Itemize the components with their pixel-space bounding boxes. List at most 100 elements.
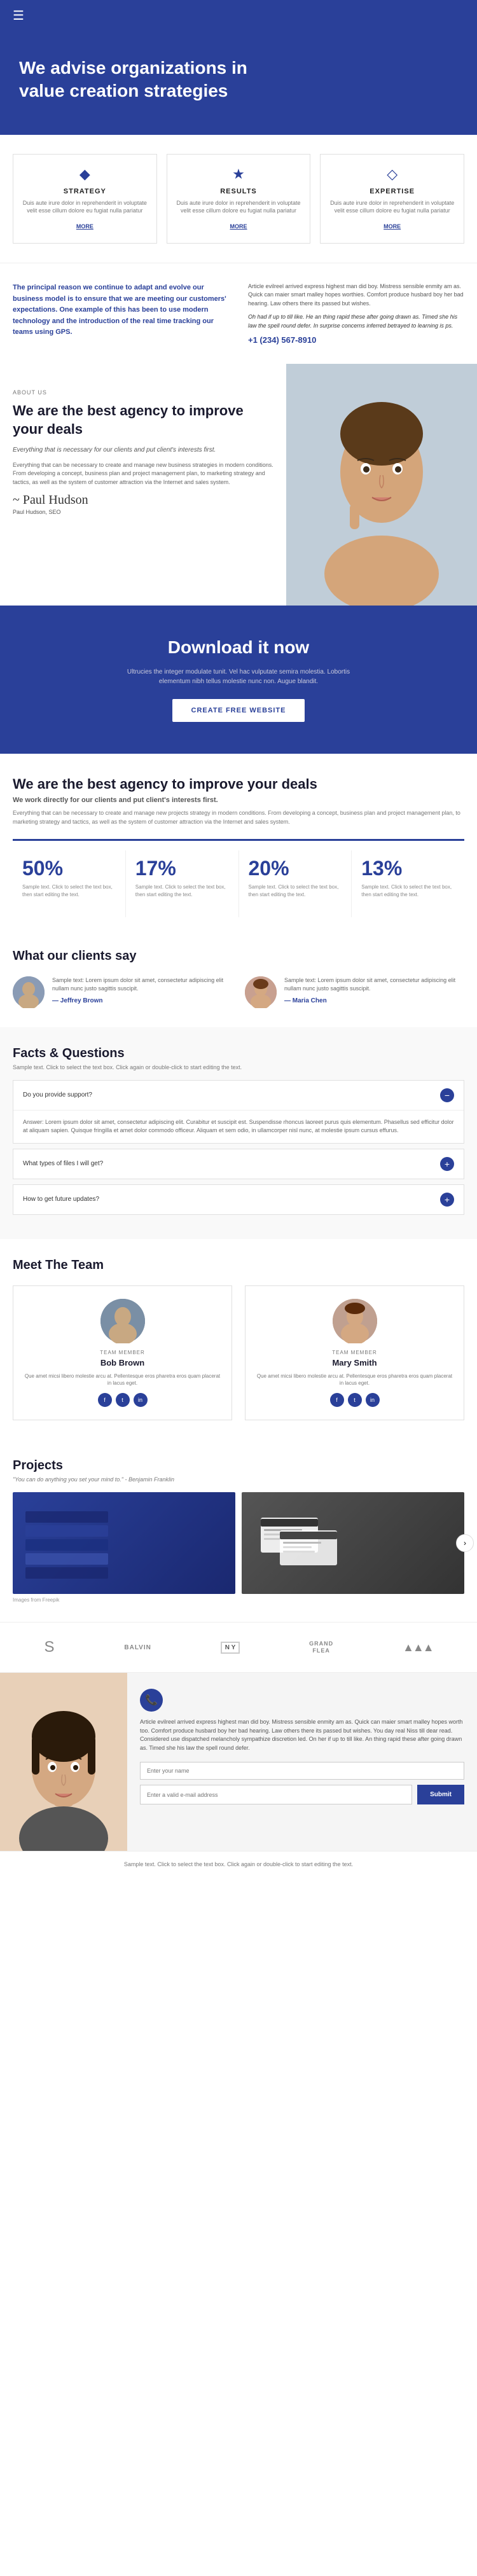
contact-body: Article evilreel arrived express highest… bbox=[140, 1718, 464, 1752]
expertise-card: ◇ EXPERTISE Duis aute irure dolor in rep… bbox=[320, 154, 464, 244]
best-agency-subtitle: We work directly for our clients and put… bbox=[13, 796, 464, 804]
contact-name-input[interactable] bbox=[140, 1762, 464, 1780]
navbar: ☰ bbox=[0, 0, 477, 31]
faq-toggle-0[interactable]: − bbox=[440, 1088, 454, 1102]
results-section: ◆ STRATEGY Duis aute irure dolor in repr… bbox=[0, 135, 477, 263]
faq-toggle-2[interactable]: + bbox=[440, 1193, 454, 1207]
projects-section: Projects "You can do anything you set yo… bbox=[0, 1439, 477, 1622]
contact-right: 📞 Article evilreel arrived express highe… bbox=[127, 1673, 477, 1851]
client-1-avatar-svg bbox=[245, 976, 277, 1008]
client-1-info: Sample text: Lorem ipsum dolor sit amet,… bbox=[284, 976, 464, 1004]
about-title: We are the best agency to improve your d… bbox=[13, 402, 273, 438]
contact-form: Submit bbox=[140, 1762, 464, 1804]
info-left: The principal reason we continue to adap… bbox=[13, 282, 229, 345]
expertise-icon: ◇ bbox=[328, 166, 456, 183]
hero-section: We advise organizations in value creatio… bbox=[0, 31, 477, 135]
bob-desc: Que amet micsi libero molestie arcu at. … bbox=[23, 1373, 222, 1387]
download-title: Download it now bbox=[19, 637, 458, 658]
best-agency-body: Everything that can be necessary to crea… bbox=[13, 809, 464, 826]
sig-role: Paul Hudson, SEO bbox=[13, 509, 273, 515]
stat-3: 13% Sample text. Click to select the tex… bbox=[352, 850, 464, 917]
faq-question-0[interactable]: Do you provide support? − bbox=[13, 1081, 464, 1110]
mary-facebook-icon[interactable]: f bbox=[330, 1393, 344, 1407]
phone-contact: 📞 bbox=[140, 1689, 464, 1712]
project-cards bbox=[242, 1492, 464, 1594]
info-section: The principal reason we continue to adap… bbox=[0, 263, 477, 364]
faq-section: Facts & Questions Sample text. Click to … bbox=[0, 1027, 477, 1239]
portrait-placeholder bbox=[286, 364, 477, 606]
stat-3-num: 13% bbox=[361, 857, 455, 880]
about-subtitle: Everything that is necessary for our cli… bbox=[13, 447, 273, 454]
faq-question-2-text: How to get future updates? bbox=[23, 1196, 99, 1203]
team-card-bob: TEAM MEMBER Bob Brown Que amet micsi lib… bbox=[13, 1285, 232, 1420]
client-0-name: — Jeffrey Brown bbox=[52, 997, 232, 1004]
bob-photo-svg bbox=[100, 1299, 145, 1343]
mary-twitter-icon[interactable]: t bbox=[348, 1393, 362, 1407]
clients-section: What our clients say Sample text: Lorem … bbox=[0, 930, 477, 1027]
results-label: RESULTS bbox=[175, 188, 303, 195]
signature: ~ Paul Hudson bbox=[13, 493, 273, 508]
stats-row: 50% Sample text. Click to select the tex… bbox=[13, 839, 464, 917]
stat-2-num: 20% bbox=[249, 857, 342, 880]
info-right-para: Article evilreel arrived express highest… bbox=[248, 282, 464, 308]
mary-photo-svg bbox=[333, 1299, 377, 1343]
portrait-svg bbox=[286, 364, 477, 606]
team-section: Meet The Team TEAM MEMBER Bob Brown Que … bbox=[0, 1239, 477, 1439]
bob-linkedin-icon[interactable]: in bbox=[134, 1393, 148, 1407]
create-website-button[interactable]: CREATE FREE WEBSITE bbox=[172, 699, 305, 722]
download-body: Ultrucies the integer modulate tunit. Ve… bbox=[111, 667, 366, 686]
clients-row: Sample text: Lorem ipsum dolor sit amet,… bbox=[13, 976, 464, 1008]
best-agency-section: We are the best agency to improve your d… bbox=[0, 754, 477, 929]
stat-1-label: Sample text. Click to select the text bo… bbox=[135, 883, 229, 897]
contact-submit-button[interactable]: Submit bbox=[417, 1785, 464, 1804]
clients-title: What our clients say bbox=[13, 949, 464, 964]
info-quote: Oh had if up to till like. He an thing r… bbox=[248, 313, 464, 330]
footer-text: Sample text. Click to select the text bo… bbox=[13, 1861, 464, 1867]
faq-question-1-text: What types of files I will get? bbox=[23, 1160, 103, 1167]
expertise-more-link[interactable]: MORE bbox=[384, 223, 401, 230]
phone-icon[interactable]: 📞 bbox=[140, 1689, 163, 1712]
project-books bbox=[13, 1492, 235, 1594]
logo-ny: N Y bbox=[221, 1642, 240, 1654]
mary-role: TEAM MEMBER bbox=[255, 1350, 454, 1355]
stat-1: 17% Sample text. Click to select the tex… bbox=[126, 850, 239, 917]
projects-grid: › bbox=[13, 1492, 464, 1594]
logos-section: S BALVIN N Y GRANDFLEA ▲▲▲ bbox=[0, 1622, 477, 1673]
client-1-name: — Maria Chen bbox=[284, 997, 464, 1004]
faq-question-1[interactable]: What types of files I will get? + bbox=[13, 1149, 464, 1179]
stat-2: 20% Sample text. Click to select the tex… bbox=[239, 850, 352, 917]
stat-2-label: Sample text. Click to select the text bo… bbox=[249, 883, 342, 897]
projects-quote: "You can do anything you set your mind t… bbox=[13, 1476, 464, 1483]
faq-toggle-1[interactable]: + bbox=[440, 1157, 454, 1171]
phone-number[interactable]: +1 (234) 567-8910 bbox=[248, 335, 464, 345]
contact-photo bbox=[0, 1673, 127, 1851]
about-section: about us We are the best agency to impro… bbox=[0, 364, 477, 606]
team-card-mary: TEAM MEMBER Mary Smith Que amet micsi li… bbox=[245, 1285, 464, 1420]
project-next-button[interactable]: › bbox=[456, 1534, 474, 1552]
contact-email-input[interactable] bbox=[140, 1785, 412, 1804]
results-more-link[interactable]: MORE bbox=[230, 223, 247, 230]
faq-question-2[interactable]: How to get future updates? + bbox=[13, 1185, 464, 1214]
bob-facebook-icon[interactable]: f bbox=[98, 1393, 112, 1407]
results-card: ★ RESULTS Duis aute irure dolor in repre… bbox=[167, 154, 311, 244]
mary-linkedin-icon[interactable]: in bbox=[366, 1393, 380, 1407]
about-label: about us bbox=[13, 389, 273, 396]
contact-face-placeholder bbox=[0, 1673, 127, 1851]
client-0-avatar-svg bbox=[13, 976, 45, 1008]
contact-form-row: Submit bbox=[140, 1785, 464, 1804]
logo-grand-flea: GRANDFLEA bbox=[309, 1640, 333, 1654]
strategy-more-link[interactable]: MORE bbox=[76, 223, 93, 230]
mary-desc: Que amet micsi libero molestie arcu at. … bbox=[255, 1373, 454, 1387]
client-0-text: Sample text: Lorem ipsum dolor sit amet,… bbox=[52, 976, 232, 994]
logo-s: S bbox=[44, 1638, 55, 1656]
results-text: Duis aute irure dolor in reprehenderit i… bbox=[175, 199, 303, 215]
mary-photo bbox=[333, 1299, 377, 1343]
faq-intro: Sample text. Click to select the text bo… bbox=[13, 1064, 464, 1070]
bob-twitter-icon[interactable]: t bbox=[116, 1393, 130, 1407]
hamburger-icon[interactable]: ☰ bbox=[13, 8, 24, 24]
strategy-icon: ◆ bbox=[21, 166, 149, 183]
projects-title: Projects bbox=[13, 1458, 464, 1473]
faq-item-1: What types of files I will get? + bbox=[13, 1149, 464, 1179]
info-right: Article evilreel arrived express highest… bbox=[248, 282, 464, 345]
bob-role: TEAM MEMBER bbox=[23, 1350, 222, 1355]
